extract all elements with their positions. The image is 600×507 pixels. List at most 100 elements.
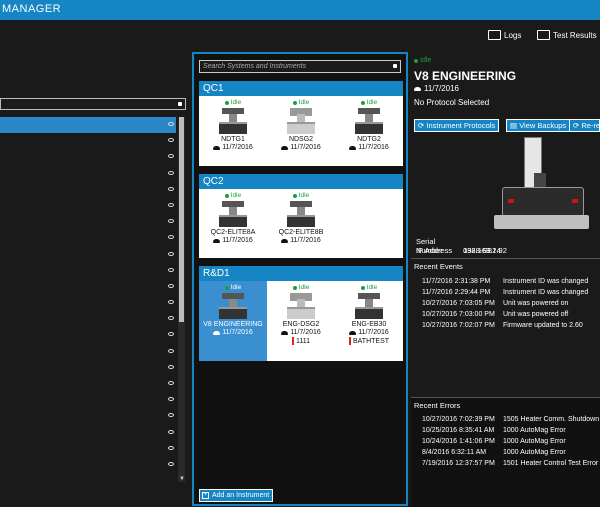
eye-icon[interactable] [168, 445, 174, 450]
list-item[interactable] [0, 247, 176, 263]
eye-icon[interactable] [168, 219, 174, 224]
test-results-button[interactable]: Test Results [537, 30, 597, 40]
group-qc2: QC2 Idle QC2-ELITE8A 11/7/2016 Idle QC2-… [199, 174, 403, 258]
scroll-thumb[interactable] [179, 117, 184, 322]
instrument-image [287, 201, 315, 227]
view-backups-button[interactable]: ▤ View Backups [506, 119, 571, 132]
ip-address-row: IP Address 192.168.1.92 [416, 246, 507, 255]
list-item[interactable] [0, 166, 176, 182]
cloud-icon [281, 145, 289, 150]
divider [411, 397, 600, 398]
systems-search-input[interactable]: Search Systems and Instruments [199, 60, 401, 73]
eye-icon[interactable] [168, 348, 174, 353]
cloud-icon [213, 145, 221, 150]
log-row: 10/27/2016 7:03:00 PM Unit was powered of… [422, 309, 588, 320]
group-header[interactable]: QC1 [199, 81, 403, 96]
list-item[interactable] [0, 408, 176, 424]
eye-icon[interactable] [168, 316, 174, 321]
list-item[interactable] [0, 425, 176, 441]
eye-icon[interactable] [168, 283, 174, 288]
instrument-tile[interactable]: Idle NDTG1 11/7/2016 [199, 96, 267, 151]
list-item[interactable] [0, 279, 176, 295]
eye-icon[interactable] [168, 364, 174, 369]
eye-icon[interactable] [168, 429, 174, 434]
eye-icon[interactable] [168, 122, 174, 126]
instrument-image [219, 201, 247, 227]
list-item[interactable] [0, 198, 176, 214]
eye-icon[interactable] [168, 138, 174, 143]
list-item[interactable] [0, 441, 176, 457]
list-item[interactable] [0, 182, 176, 198]
group-qc1: QC1 Idle NDTG1 11/7/2016 Idle NDSG2 11/7… [199, 81, 403, 166]
instrument-tile[interactable]: Idle NDTG2 11/7/2016 [335, 96, 403, 151]
log-timestamp: 10/24/2016 1:41:06 PM [422, 438, 495, 445]
recent-errors-list: 10/27/2016 7:02:39 PM 1505 Heater Comm. S… [422, 414, 599, 469]
instrument-tile-selected[interactable]: Idle V8 ENGINEERING 11/7/2016 [199, 281, 267, 361]
instrument-tile[interactable]: Idle ENG-EB30 11/7/2016 BATHTEST [335, 281, 403, 345]
list-item[interactable] [0, 311, 176, 327]
list-item[interactable] [0, 117, 176, 134]
log-timestamp: 10/27/2016 7:03:00 PM [422, 311, 495, 318]
list-item[interactable] [0, 214, 176, 230]
instrument-tile[interactable]: Idle QC2-ELITE8B 11/7/2016 [267, 189, 335, 244]
refresh-icon: ⟳ [418, 121, 425, 130]
log-row: 10/27/2016 7:02:07 PM Firmware updated to… [422, 320, 588, 331]
eye-icon[interactable] [168, 267, 174, 272]
eye-icon[interactable] [168, 154, 174, 159]
instrument-status: Idle [230, 284, 242, 291]
list-item[interactable] [0, 392, 176, 408]
eye-icon[interactable] [168, 251, 174, 256]
left-scrollbar[interactable]: ▼ [178, 117, 185, 482]
list-item[interactable] [0, 360, 176, 376]
eye-icon[interactable] [168, 170, 174, 175]
log-timestamp: 10/27/2016 7:02:07 PM [422, 322, 495, 329]
log-timestamp: 11/7/2016 2:31:38 PM [422, 278, 491, 285]
list-item[interactable] [0, 133, 176, 149]
group-header[interactable]: QC2 [199, 174, 403, 189]
eye-icon[interactable] [168, 397, 174, 402]
reregister-button[interactable]: ⟳ Re-re [569, 119, 600, 132]
instrument-date: 11/7/2016 [358, 144, 389, 151]
instrument-tile[interactable]: Idle NDSG2 11/7/2016 [267, 96, 335, 151]
instrument-status: Idle [298, 284, 310, 291]
instrument-protocols-button[interactable]: ⟳ Instrument Protocols [414, 119, 500, 132]
instrument-name: QC2-ELITE8A [210, 229, 256, 236]
scroll-down-icon[interactable]: ▼ [179, 476, 185, 482]
recent-events-list: 11/7/2016 2:31:38 PM Instrument ID was ch… [422, 276, 588, 331]
group-header[interactable]: R&D1 [199, 266, 403, 281]
instrument-status: Idle [230, 192, 242, 199]
details-panel: Idle V8 ENGINEERING 11/7/2016 No Protoco… [411, 52, 600, 507]
list-item[interactable] [0, 149, 176, 165]
list-item[interactable] [0, 327, 176, 343]
instrument-name: ENG-EB30 [351, 321, 387, 328]
eye-icon[interactable] [168, 235, 174, 240]
instrument-image [355, 293, 383, 319]
status-led-icon [292, 100, 297, 105]
add-instrument-button[interactable]: + Add an Instrument [199, 489, 274, 502]
instrument-tile[interactable]: Idle QC2-ELITE8A 11/7/2016 [199, 189, 267, 244]
left-search-input[interactable] [0, 98, 186, 110]
list-item[interactable] [0, 344, 176, 360]
instrument-tile[interactable]: Idle ENG-DSG2 11/7/2016 1111 [267, 281, 335, 345]
cloud-icon [281, 238, 289, 243]
eye-icon[interactable] [168, 461, 174, 466]
eye-icon[interactable] [168, 332, 174, 337]
instrument-protocols-label: Instrument Protocols [426, 121, 496, 130]
logs-button[interactable]: Logs [488, 30, 521, 40]
log-row: 11/7/2016 2:29:44 PM Instrument ID was ch… [422, 287, 588, 298]
list-item[interactable] [0, 263, 176, 279]
eye-icon[interactable] [168, 413, 174, 418]
reregister-label: Re-re [581, 121, 600, 130]
list-item[interactable] [0, 376, 176, 392]
cloud-icon [349, 145, 357, 150]
list-item[interactable] [0, 295, 176, 311]
instrument-status: Idle [366, 99, 378, 106]
eye-icon[interactable] [168, 202, 174, 207]
eye-icon[interactable] [168, 381, 174, 385]
list-item[interactable] [0, 457, 176, 473]
eye-icon[interactable] [168, 186, 174, 191]
eye-icon[interactable] [168, 300, 174, 305]
cloud-icon [349, 330, 357, 335]
list-item[interactable] [0, 230, 176, 246]
status-led-icon [292, 193, 297, 198]
